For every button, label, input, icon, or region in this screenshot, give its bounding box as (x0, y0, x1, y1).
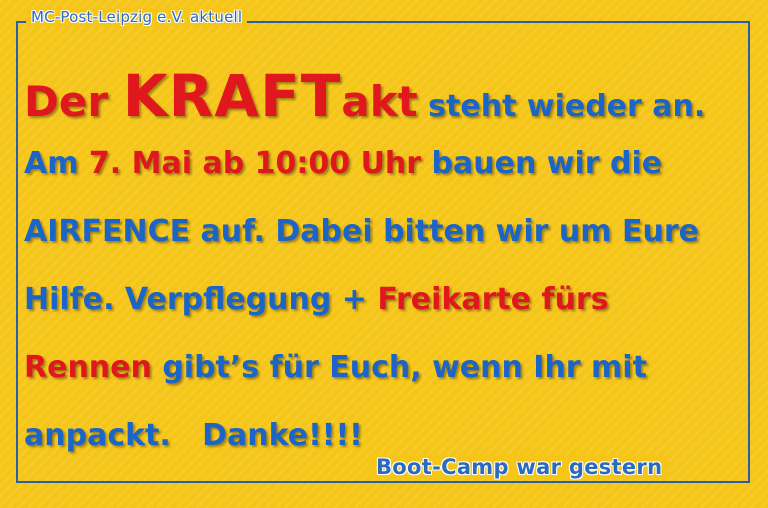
text-segment: steht wieder an. (417, 89, 706, 124)
header-label: MC-Post-Leipzig e.V. aktuell (26, 8, 248, 26)
text-segment: 7. Mai ab 10:00 Uhr (88, 146, 422, 181)
text-segment: akt (341, 77, 418, 126)
text-line-1: Der KRAFTakt steht wieder an. (24, 62, 744, 130)
text-segment: Rennen (24, 350, 152, 385)
text-segment: gibt’s für Euch, wenn Ihr mit (151, 350, 647, 385)
footer-label: Boot-Camp war gestern (370, 455, 669, 479)
text-line-4: Hilfe. Verpflegung + Freikarte fürs (24, 266, 744, 334)
text-segment: Freikarte fürs (377, 282, 609, 317)
text-segment: Hilfe. Verpflegung + (24, 282, 378, 317)
text-segment: bauen wir die (421, 146, 663, 181)
text-segment: AIRFENCE auf. Dabei bitten wir um Eure (24, 214, 699, 249)
announcement-text: Der KRAFTakt steht wieder an. Am 7. Mai a… (24, 62, 744, 470)
text-line-2: Am 7. Mai ab 10:00 Uhr bauen wir die (24, 130, 744, 198)
text-segment: KRAFT (122, 62, 342, 130)
text-segment: Der (24, 77, 123, 126)
text-line-3: AIRFENCE auf. Dabei bitten wir um Eure (24, 198, 744, 266)
text-line-5: Rennen gibt’s für Euch, wenn Ihr mit (24, 334, 744, 402)
text-segment: anpackt. Danke!!!! (24, 418, 363, 453)
text-segment: Am (24, 146, 89, 181)
